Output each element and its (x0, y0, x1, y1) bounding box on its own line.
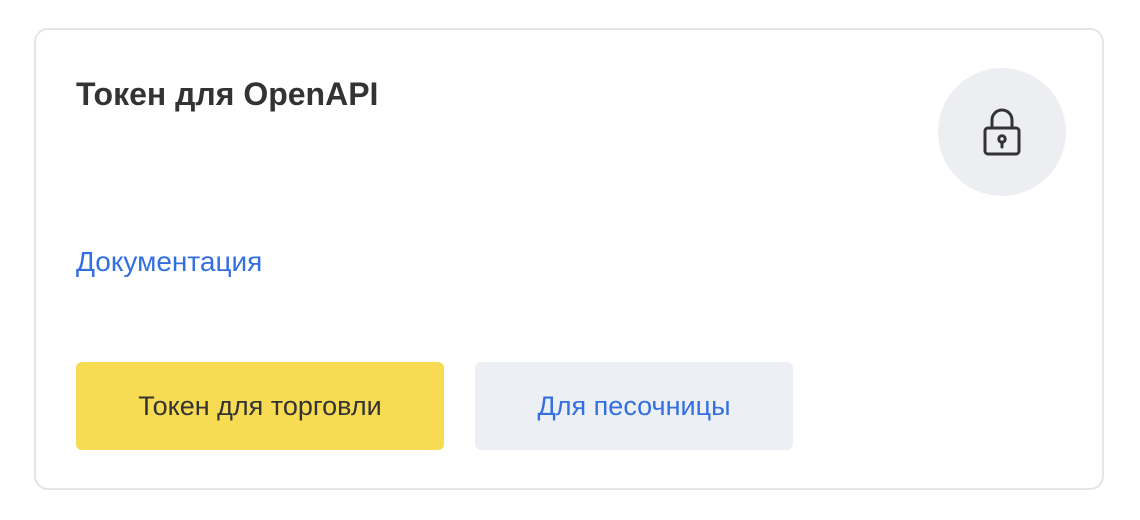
openapi-token-card: Токен для OpenAPI Документация Токен для… (34, 28, 1104, 490)
documentation-link[interactable]: Документация (76, 244, 262, 280)
lock-icon (983, 108, 1021, 156)
lock-icon-badge (938, 68, 1066, 196)
card-title: Токен для OpenAPI (76, 76, 379, 112)
trade-token-button[interactable]: Токен для торговли (76, 362, 444, 450)
sandbox-token-button[interactable]: Для песочницы (475, 362, 793, 450)
